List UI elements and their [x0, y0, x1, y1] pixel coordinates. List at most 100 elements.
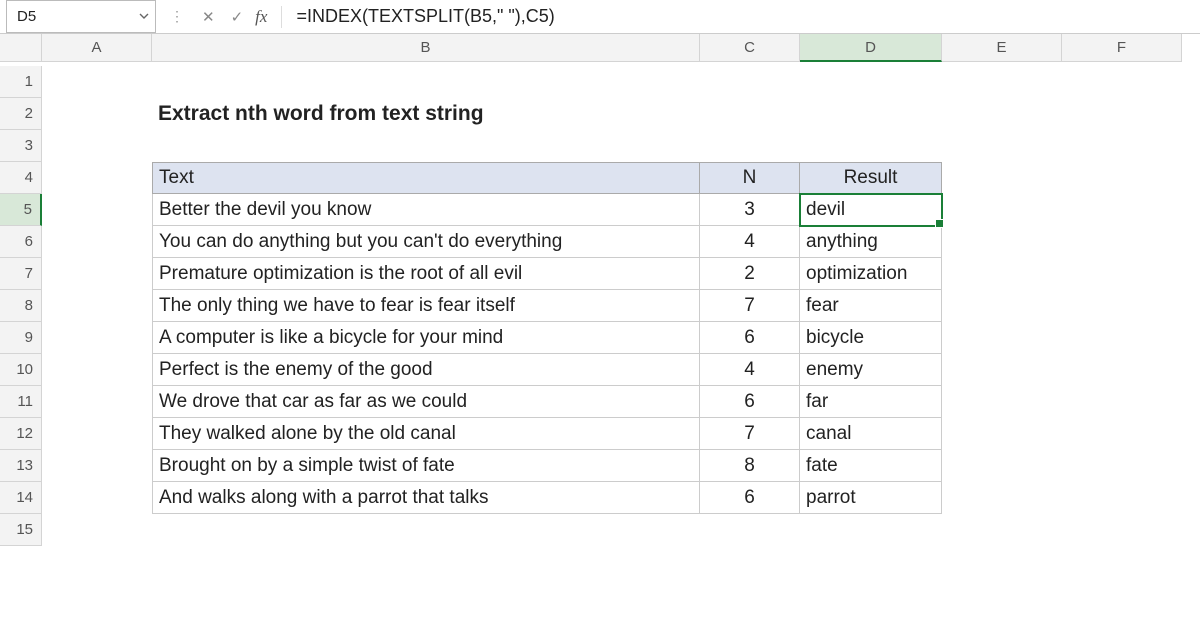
cell-A13[interactable]: [42, 450, 152, 482]
row-header-9[interactable]: 9: [0, 322, 42, 354]
cell-E7[interactable]: [942, 258, 1062, 290]
cell-E11[interactable]: [942, 386, 1062, 418]
cell-A9[interactable]: [42, 322, 152, 354]
row-header-7[interactable]: 7: [0, 258, 42, 290]
cell-A15[interactable]: [42, 514, 152, 546]
n-cell[interactable]: 3: [700, 194, 800, 226]
cell-A11[interactable]: [42, 386, 152, 418]
result-cell[interactable]: bicycle: [800, 322, 942, 354]
spreadsheet-grid[interactable]: ABCDEF 12 Extract nth word from text strin…: [0, 34, 1200, 546]
row-header-2[interactable]: 2: [0, 98, 42, 130]
row-header-11[interactable]: 11: [0, 386, 42, 418]
row-header-4[interactable]: 4: [0, 162, 42, 194]
select-all-corner[interactable]: [0, 34, 42, 62]
cell-F6[interactable]: [1062, 226, 1182, 258]
n-cell[interactable]: 6: [700, 322, 800, 354]
cell-F5[interactable]: [1062, 194, 1182, 226]
text-cell[interactable]: And walks along with a parrot that talks: [152, 482, 700, 514]
cell-F9[interactable]: [1062, 322, 1182, 354]
cell-F8[interactable]: [1062, 290, 1182, 322]
cell-E4[interactable]: [942, 162, 1062, 194]
name-box-dropdown-icon[interactable]: [139, 10, 155, 24]
cell-F11[interactable]: [1062, 386, 1182, 418]
result-cell[interactable]: canal: [800, 418, 942, 450]
text-cell[interactable]: Better the devil you know: [152, 194, 700, 226]
row-header-6[interactable]: 6: [0, 226, 42, 258]
cell-A5[interactable]: [42, 194, 152, 226]
cell-A4[interactable]: [42, 162, 152, 194]
n-cell[interactable]: 6: [700, 386, 800, 418]
name-box[interactable]: D5: [6, 0, 156, 33]
result-cell[interactable]: enemy: [800, 354, 942, 386]
column-header-F[interactable]: F: [1062, 34, 1182, 62]
cell-D2[interactable]: [800, 98, 942, 130]
column-header-B[interactable]: B: [152, 34, 700, 62]
cell-F15[interactable]: [1062, 514, 1182, 546]
cell-F4[interactable]: [1062, 162, 1182, 194]
text-cell[interactable]: Brought on by a simple twist of fate: [152, 450, 700, 482]
cell-F12[interactable]: [1062, 418, 1182, 450]
row-header-15[interactable]: 15: [0, 514, 42, 546]
row-header-3[interactable]: 3: [0, 130, 42, 162]
cell-A2[interactable]: [42, 98, 152, 130]
column-header-E[interactable]: E: [942, 34, 1062, 62]
cell-D3[interactable]: [800, 130, 942, 162]
formula-input[interactable]: =INDEX(TEXTSPLIT(B5," "),C5): [286, 6, 554, 27]
column-header-A[interactable]: A: [42, 34, 152, 62]
confirm-icon[interactable]: ✓: [223, 8, 252, 26]
cell-E10[interactable]: [942, 354, 1062, 386]
cell-E12[interactable]: [942, 418, 1062, 450]
cell-A6[interactable]: [42, 226, 152, 258]
cell-F1[interactable]: [1062, 66, 1182, 98]
text-cell[interactable]: A computer is like a bicycle for your mi…: [152, 322, 700, 354]
cell-E2[interactable]: [942, 98, 1062, 130]
cell-F7[interactable]: [1062, 258, 1182, 290]
n-cell[interactable]: 8: [700, 450, 800, 482]
row-header-1[interactable]: 1: [0, 66, 42, 98]
table-header-result[interactable]: Result: [800, 162, 942, 194]
row-header-5[interactable]: 5: [0, 194, 42, 226]
column-header-D[interactable]: D: [800, 34, 942, 62]
cell-E15[interactable]: [942, 514, 1062, 546]
cell-E13[interactable]: [942, 450, 1062, 482]
result-cell[interactable]: far: [800, 386, 942, 418]
result-cell[interactable]: fear: [800, 290, 942, 322]
page-title[interactable]: Extract nth word from text string: [152, 98, 700, 130]
fx-icon[interactable]: fx: [251, 7, 277, 27]
n-cell[interactable]: 7: [700, 418, 800, 450]
cell-A12[interactable]: [42, 418, 152, 450]
cell-F3[interactable]: [1062, 130, 1182, 162]
cell-E1[interactable]: [942, 66, 1062, 98]
row-header-13[interactable]: 13: [0, 450, 42, 482]
cell-D15[interactable]: [800, 514, 942, 546]
cell-C3[interactable]: [700, 130, 800, 162]
cell-E9[interactable]: [942, 322, 1062, 354]
text-cell[interactable]: We drove that car as far as we could: [152, 386, 700, 418]
text-cell[interactable]: They walked alone by the old canal: [152, 418, 700, 450]
cell-B1[interactable]: [152, 66, 700, 98]
cell-F2[interactable]: [1062, 98, 1182, 130]
text-cell[interactable]: Perfect is the enemy of the good: [152, 354, 700, 386]
n-cell[interactable]: 4: [700, 226, 800, 258]
n-cell[interactable]: 6: [700, 482, 800, 514]
cell-B15[interactable]: [152, 514, 700, 546]
cell-F10[interactable]: [1062, 354, 1182, 386]
column-header-C[interactable]: C: [700, 34, 800, 62]
row-header-12[interactable]: 12: [0, 418, 42, 450]
row-header-8[interactable]: 8: [0, 290, 42, 322]
cell-A14[interactable]: [42, 482, 152, 514]
cell-E5[interactable]: [942, 194, 1062, 226]
row-header-10[interactable]: 10: [0, 354, 42, 386]
text-cell[interactable]: You can do anything but you can't do eve…: [152, 226, 700, 258]
cell-E3[interactable]: [942, 130, 1062, 162]
result-cell[interactable]: parrot: [800, 482, 942, 514]
cancel-icon[interactable]: ✕: [194, 8, 223, 26]
cell-C1[interactable]: [700, 66, 800, 98]
text-cell[interactable]: The only thing we have to fear is fear i…: [152, 290, 700, 322]
cell-A1[interactable]: [42, 66, 152, 98]
text-cell[interactable]: Premature optimization is the root of al…: [152, 258, 700, 290]
cell-F13[interactable]: [1062, 450, 1182, 482]
row-header-14[interactable]: 14: [0, 482, 42, 514]
cell-F14[interactable]: [1062, 482, 1182, 514]
cell-A7[interactable]: [42, 258, 152, 290]
